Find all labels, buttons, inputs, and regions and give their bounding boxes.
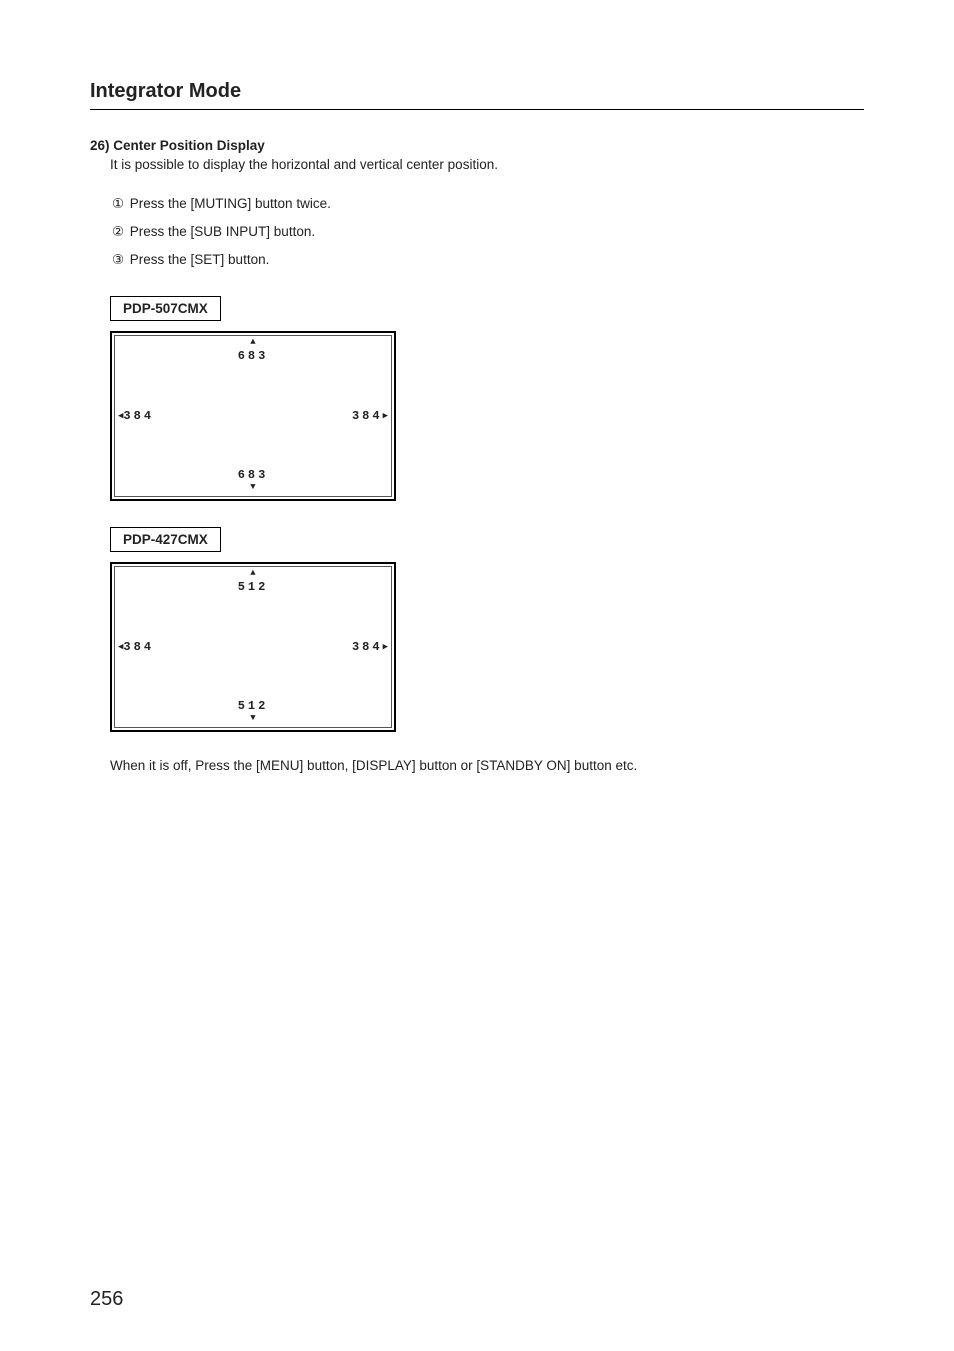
triangle-down-icon: ▼ xyxy=(250,483,255,493)
triangle-up-icon: ▲ xyxy=(250,569,255,579)
panel-top-value: ▲ 683 xyxy=(112,337,394,363)
panel-bottom-value: 683 ▼ xyxy=(112,469,394,495)
panel-top-value: ▲ 512 xyxy=(112,568,394,594)
step-number: ③ xyxy=(110,252,126,268)
section-title: Integrator Mode xyxy=(90,80,864,110)
panel-left-value: ◀384 xyxy=(118,409,154,423)
triangle-down-icon: ▼ xyxy=(250,714,255,724)
item-description: It is possible to display the horizontal… xyxy=(110,157,864,172)
panel-right-number: 384 xyxy=(352,409,383,423)
panel-bottom-number: 683 xyxy=(112,469,394,482)
step-3: ③ Press the [SET] button. xyxy=(110,252,864,268)
triangle-right-icon: ▶ xyxy=(383,642,388,652)
page-number: 256 xyxy=(90,1288,123,1311)
item-number: 26) xyxy=(90,138,110,153)
panel-left-number: 384 xyxy=(123,640,154,654)
panel-left-number: 384 xyxy=(123,409,154,423)
step-number: ② xyxy=(110,224,126,240)
panel-left-value: ◀384 xyxy=(118,640,154,654)
panel-top-number: 683 xyxy=(112,350,394,363)
panel-right-value: 384▶ xyxy=(352,409,388,423)
post-note: When it is off, Press the [MENU] button,… xyxy=(110,758,864,773)
item-heading-text: Center Position Display xyxy=(113,138,265,153)
triangle-up-icon: ▲ xyxy=(250,338,255,348)
document-page: Integrator Mode 26) Center Position Disp… xyxy=(0,0,954,1351)
item-heading-row: 26) Center Position Display xyxy=(90,138,864,153)
model-label-507: PDP-507CMX xyxy=(110,296,221,321)
triangle-right-icon: ▶ xyxy=(383,411,388,421)
display-panel-507: ▲ 683 ◀384 384▶ 683 ▼ xyxy=(110,331,396,501)
panel-bottom-value: 512 ▼ xyxy=(112,700,394,726)
step-text: Press the [MUTING] button twice. xyxy=(130,196,331,211)
panel-right-value: 384▶ xyxy=(352,640,388,654)
display-panel-427: ▲ 512 ◀384 384▶ 512 ▼ xyxy=(110,562,396,732)
steps-list: ① Press the [MUTING] button twice. ② Pre… xyxy=(110,196,864,268)
panel-right-number: 384 xyxy=(352,640,383,654)
step-text: Press the [SET] button. xyxy=(130,252,270,267)
step-1: ① Press the [MUTING] button twice. xyxy=(110,196,864,212)
step-2: ② Press the [SUB INPUT] button. xyxy=(110,224,864,240)
panel-bottom-number: 512 xyxy=(112,700,394,713)
step-number: ① xyxy=(110,196,126,212)
step-text: Press the [SUB INPUT] button. xyxy=(130,224,315,239)
model-label-427: PDP-427CMX xyxy=(110,527,221,552)
panel-top-number: 512 xyxy=(112,581,394,594)
